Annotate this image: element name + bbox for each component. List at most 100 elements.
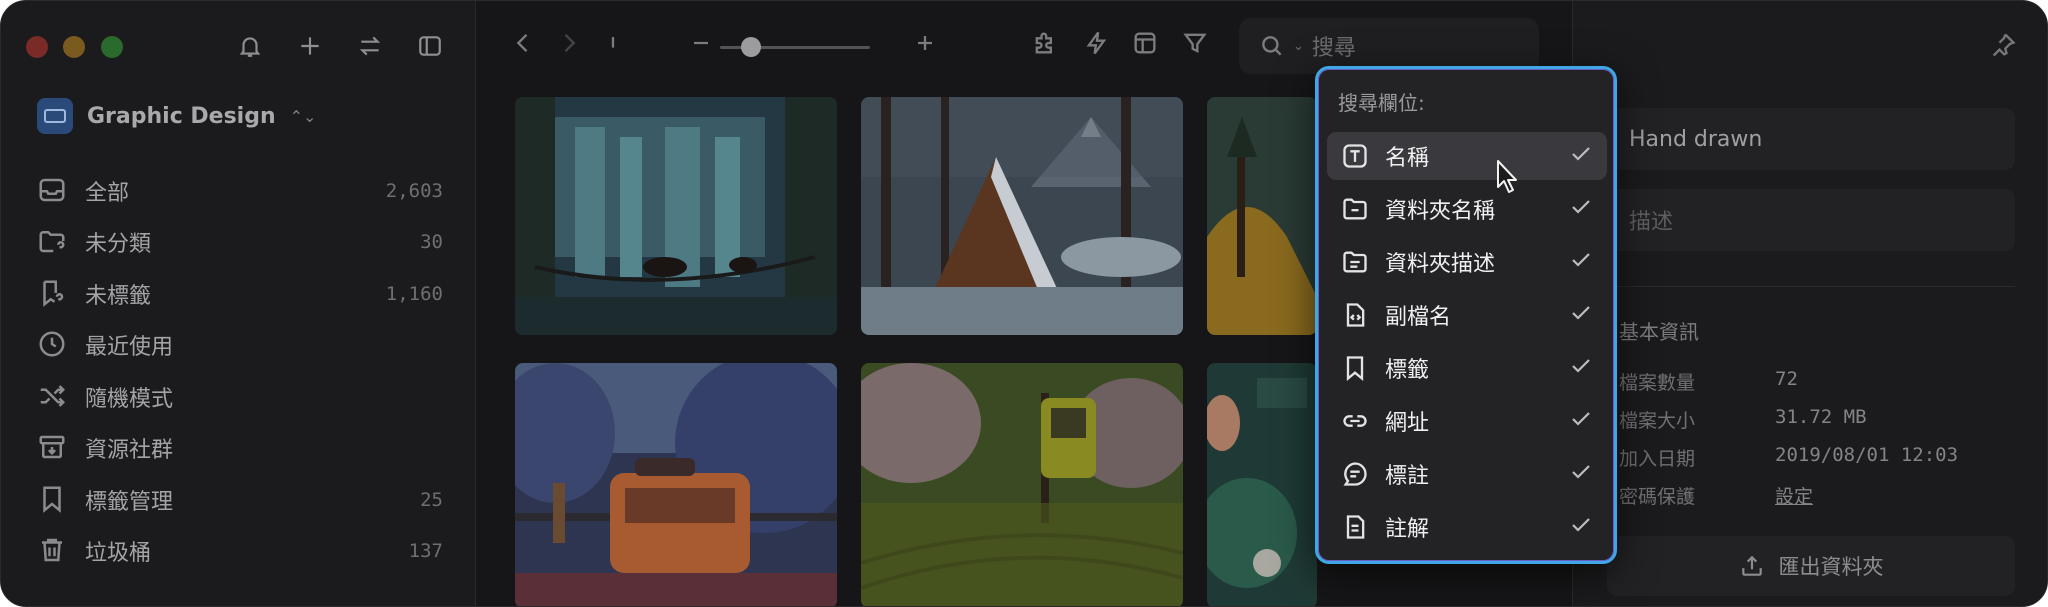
sidebar-item-label: 最近使用 — [85, 335, 174, 361]
menu-item-folder-description[interactable]: 資料夾描述 — [1327, 238, 1607, 286]
sidebar-item-unsorted[interactable]: 未分類 30 — [37, 217, 443, 269]
export-folder-button[interactable]: 匯出資料夾 — [1607, 536, 2015, 596]
info-row-file-size: 檔案大小 31.72 MB — [1619, 406, 1867, 433]
forward-icon[interactable] — [555, 29, 583, 61]
checkmark-icon — [1569, 248, 1607, 276]
info-value: 72 — [1775, 368, 1798, 390]
sidebar-item-count: 137 — [408, 540, 443, 563]
upload-icon — [1741, 555, 1762, 576]
divider-icon — [599, 29, 627, 61]
sidebar-item-count: 30 — [420, 231, 443, 254]
swap-icon[interactable] — [355, 29, 385, 63]
document-lines-icon — [1341, 248, 1369, 276]
menu-item-folder-name[interactable]: 資料夾名稱 — [1327, 185, 1607, 233]
zoom-out-icon[interactable] — [687, 29, 715, 61]
checkmark-icon — [1569, 354, 1607, 382]
checkmark-icon — [1569, 407, 1607, 435]
sidebar-item-community[interactable]: 資源社群 — [37, 423, 443, 475]
bolt-icon[interactable] — [1083, 29, 1111, 61]
sidebar-item-random[interactable]: 隨機模式 — [37, 371, 443, 423]
minimize-window-button[interactable] — [63, 36, 85, 58]
sidebar-item-trash[interactable]: 垃圾桶 137 — [37, 526, 443, 578]
text-box-icon — [1341, 142, 1369, 170]
divider — [1607, 286, 2015, 287]
menu-item-label: 標籤 — [1385, 358, 1430, 383]
comment-icon — [1341, 460, 1369, 488]
puzzle-icon[interactable] — [1031, 29, 1059, 61]
menu-item-annotation[interactable]: 標註 — [1327, 450, 1607, 498]
menu-title: 搜尋欄位: — [1338, 91, 1425, 115]
thumbnail-van[interactable] — [515, 363, 837, 606]
sidebar-item-recent[interactable]: 最近使用 — [37, 320, 443, 372]
info-label: 加入日期 — [1619, 448, 1696, 470]
sidebar-item-label: 未分類 — [85, 232, 152, 258]
sidebar-item-label: 未標籤 — [85, 283, 152, 309]
sidebar-item-all[interactable]: 全部 2,603 — [37, 165, 443, 217]
menu-item-name[interactable]: 名稱 — [1327, 132, 1607, 180]
description-field[interactable]: 描述 — [1607, 189, 2015, 251]
checkmark-icon — [1569, 142, 1607, 170]
sidebar-item-untagged[interactable]: 未標籤 1,160 — [37, 268, 443, 320]
back-icon[interactable] — [509, 29, 537, 61]
link-icon — [1341, 407, 1369, 435]
sidebar-item-label: 全部 — [85, 180, 130, 206]
shuffle-icon — [37, 381, 69, 413]
menu-item-url[interactable]: 網址 — [1327, 397, 1607, 445]
checkmark-icon — [1569, 513, 1607, 541]
library-switcher[interactable]: Graphic Design ⌃⌄ — [37, 98, 316, 134]
bell-icon[interactable] — [235, 29, 265, 63]
thumbnail-train[interactable] — [861, 363, 1183, 606]
search-fields-menu: 搜尋欄位: 名稱 資料夾名稱 資料夾描述 副檔名 標籤 網址 標註 註解 — [1315, 66, 1617, 564]
thumbnail-waterfall[interactable] — [515, 97, 837, 335]
close-window-button[interactable] — [26, 36, 48, 58]
menu-item-label: 註解 — [1385, 517, 1430, 542]
checkmark-icon — [1569, 460, 1607, 488]
password-set-link[interactable]: 設定 — [1775, 482, 1813, 509]
zoom-slider-thumb[interactable] — [741, 37, 761, 57]
chevron-updown-icon: ⌃⌄ — [289, 106, 317, 126]
inbox-icon — [37, 175, 69, 207]
thumbnail-forest[interactable] — [1207, 97, 1317, 335]
code-file-icon — [1341, 301, 1369, 329]
pin-icon[interactable] — [1989, 31, 2017, 63]
library-name: Graphic Design — [87, 103, 276, 129]
menu-item-tags[interactable]: 標籤 — [1327, 344, 1607, 392]
checkmark-icon — [1569, 301, 1607, 329]
menu-item-notes[interactable]: 註解 — [1327, 503, 1607, 551]
folder-icon — [1341, 195, 1369, 223]
sidebar-item-label: 資源社群 — [85, 438, 174, 464]
info-row-password: 密碼保護 設定 — [1619, 482, 1813, 509]
filter-icon[interactable] — [1181, 29, 1209, 61]
sidebar: Graphic Design ⌃⌄ 全部 2,603 未分類 30 未標籤 1,… — [1, 1, 476, 606]
menu-item-label: 網址 — [1385, 411, 1430, 436]
search-placeholder: 搜尋 — [1311, 36, 1356, 61]
menu-item-extension[interactable]: 副檔名 — [1327, 291, 1607, 339]
info-value: 31.72 MB — [1775, 406, 1867, 428]
checkmark-icon — [1569, 195, 1607, 223]
menu-item-label: 資料夾名稱 — [1385, 199, 1496, 224]
tag-question-icon — [37, 278, 69, 310]
thumbnail-poster[interactable] — [1207, 363, 1317, 606]
sidebar-item-count: 1,160 — [385, 282, 443, 305]
sidebar-toolbar — [235, 29, 445, 63]
folder-name-field[interactable]: Hand drawn — [1607, 108, 2015, 170]
folder-question-icon — [37, 226, 69, 258]
zoom-window-button[interactable] — [101, 36, 123, 58]
info-label: 檔案大小 — [1619, 410, 1696, 432]
zoom-in-icon[interactable] — [911, 29, 939, 61]
thumbnail-cabin[interactable] — [861, 97, 1183, 335]
menu-item-label: 名稱 — [1385, 146, 1430, 171]
note-icon — [1341, 513, 1369, 541]
sidebar-item-label: 隨機模式 — [85, 386, 174, 412]
search-icon — [1262, 36, 1282, 56]
sidebar-item-count: 25 — [420, 488, 443, 511]
menu-item-label: 標註 — [1385, 464, 1430, 489]
sidebar-toggle-icon[interactable] — [415, 29, 445, 63]
sidebar-item-tag-manager[interactable]: 標籤管理 25 — [37, 474, 443, 526]
sidebar-item-count: 2,603 — [385, 179, 443, 202]
layout-icon[interactable] — [1131, 29, 1159, 61]
bookmark-icon — [37, 484, 69, 516]
plus-icon[interactable] — [295, 29, 325, 63]
chevron-down-icon: ⌄ — [1293, 38, 1304, 54]
inspector-panel: Hand drawn 描述 基本資訊 檔案數量 72 檔案大小 31.72 MB… — [1572, 1, 2047, 606]
